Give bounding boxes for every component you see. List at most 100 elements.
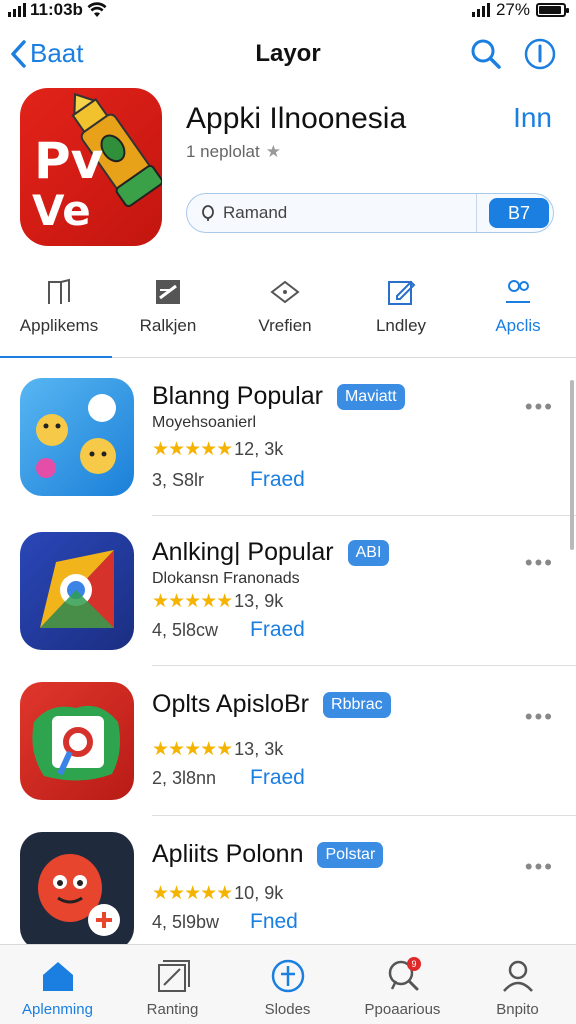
scrollbar[interactable] <box>570 380 574 550</box>
list-item-size: 4, 5l9bw <box>152 912 220 932</box>
list-item-size: 2, 3l8nn <box>152 768 217 788</box>
rating-count: 10, 9k <box>234 883 284 903</box>
cellular-signal-icon-right <box>471 3 490 17</box>
browser-art-icon <box>40 550 114 628</box>
list-item-title: Oplts ApisloBr <box>152 690 310 718</box>
profile-icon <box>502 960 533 992</box>
more-options-icon[interactable]: ••• <box>525 704 554 730</box>
cellular-signal-icon <box>8 3 26 17</box>
tab-bar: Aplenming Ranting Slodes 9 Ppoaarious Bn… <box>0 944 576 1024</box>
tab-slodes[interactable]: Slodes <box>230 957 345 1019</box>
app-icon-text-top: Pv <box>34 132 104 190</box>
tab-home[interactable]: Aplenming <box>0 957 115 1019</box>
tab-profile[interactable]: Bnpito <box>460 957 575 1019</box>
search-icon[interactable] <box>468 36 504 72</box>
list-item-title-row: Apliits Polonn Polstar <box>152 840 384 869</box>
list-item-price-button[interactable]: Fned <box>250 910 298 934</box>
list-item-size: 3, S8lr <box>152 470 205 490</box>
category-label: Applikems <box>19 316 99 335</box>
tab-label: Bnpito <box>496 1001 539 1018</box>
app-icon[interactable]: Pv Ve <box>20 88 162 246</box>
notification-badge: 9 <box>407 957 421 971</box>
category-tab-underline <box>0 356 112 358</box>
app-subtitle: 1 neplolat ★ <box>186 142 281 162</box>
list-item-rating: ★★★★★ 10, 9k <box>152 882 283 905</box>
list-item-title-row: Blanng Popular Maviatt <box>152 382 405 411</box>
list-item[interactable]: Anlking| Popular ABI Dlokansn Franonads … <box>0 516 576 666</box>
wifi-icon <box>87 2 107 17</box>
character-art-icon <box>38 854 120 936</box>
list-item[interactable]: Blanng Popular Maviatt Moyehsoanierl ★★★… <box>0 366 576 516</box>
list-item-developer: Moyehsoanierl <box>152 414 257 431</box>
category-tab-2[interactable]: Vrefien <box>230 276 340 336</box>
emoji-art-icon <box>36 394 116 478</box>
more-options-icon[interactable]: ••• <box>525 394 554 420</box>
tab-label: Aplenming <box>22 1001 93 1018</box>
tab-ranking[interactable]: Ranting <box>115 957 230 1019</box>
rating-stars: ★★★★★ <box>152 591 233 612</box>
search-divider <box>476 194 477 232</box>
rating-stars: ★★★★★ <box>152 439 233 460</box>
diamond-icon <box>270 280 300 304</box>
status-bar: 11:03b 27% <box>0 0 576 22</box>
nav-bar: Baat Layor <box>0 28 576 82</box>
list-item-title-row: Anlking| Popular ABI <box>152 538 390 567</box>
list-item-price-button[interactable]: Fraed <box>250 468 305 492</box>
app-icon-text-bottom: Ve <box>32 186 91 235</box>
list-item-price-button[interactable]: Fraed <box>250 618 305 642</box>
search-field-icon <box>202 205 214 221</box>
app-name: Appki Ilnoonesia <box>186 102 407 135</box>
category-tab-0[interactable]: Applikems <box>4 276 114 336</box>
more-options-icon[interactable]: ••• <box>525 550 554 576</box>
star-icon: ★ <box>265 142 281 161</box>
rating-count: 13, 9k <box>234 591 284 611</box>
category-label: Apclis <box>495 316 541 335</box>
list-item-badge: Maviatt <box>336 383 405 410</box>
search-field-value: Ramand <box>223 203 288 222</box>
home-icon <box>42 962 73 991</box>
category-label: Ralkjen <box>139 316 197 335</box>
list-item-badge: ABI <box>347 539 390 566</box>
compass-icon <box>271 959 304 993</box>
stack-icon <box>157 960 190 992</box>
tab-label: Ppoaarious <box>364 1001 441 1018</box>
more-options-icon[interactable]: ••• <box>525 854 554 880</box>
list-app-icon <box>20 532 134 650</box>
list-item-title: Blanng Popular <box>152 382 323 410</box>
rating-stars: ★★★★★ <box>152 883 233 904</box>
battery-percent: 27% <box>495 0 530 19</box>
list-app-icon <box>20 832 134 950</box>
tab-label: Ranting <box>146 1001 199 1018</box>
list-item-rating: ★★★★★ 12, 3k <box>152 438 283 461</box>
get-button[interactable]: Inn <box>513 102 552 134</box>
edit-icon <box>388 280 416 305</box>
category-tab-1[interactable]: Ralkjen <box>113 276 223 336</box>
list-item-rating: ★★★★★ 13, 3k <box>152 738 283 761</box>
category-tabs: Applikems Ralkjen Vrefien Lndley Apclis <box>0 276 576 358</box>
list-app-icon <box>20 682 134 800</box>
rating-stars: ★★★★★ <box>152 739 233 760</box>
list-item[interactable]: Apliits Polonn Polstar ★★★★★ 10, 9k 4, 5… <box>0 816 576 950</box>
list-item-title-row: Oplts ApisloBr Rbbrac <box>152 690 391 719</box>
tab-search[interactable]: 9 Ppoaarious <box>345 957 460 1019</box>
category-label: Vrefien <box>258 316 312 335</box>
tab-label: Slodes <box>264 1001 311 1018</box>
bookmark-icon <box>48 278 70 304</box>
search-chip-button[interactable]: B7 <box>489 198 549 228</box>
category-tab-4[interactable]: Apclis <box>463 276 573 336</box>
list-item-size: 4, 5l8cw <box>152 620 219 640</box>
search-field[interactable]: Ramand B7 <box>186 193 554 233</box>
rating-count: 13, 3k <box>234 739 284 759</box>
list-item-title: Anlking| Popular <box>152 538 334 566</box>
category-label: Lndley <box>375 316 427 335</box>
list-item[interactable]: Oplts ApisloBr Rbbrac ★★★★★ 13, 3k 2, 3l… <box>0 666 576 816</box>
info-icon[interactable] <box>522 36 558 72</box>
photo-art-icon <box>32 705 121 781</box>
list-item-price-button[interactable]: Fraed <box>250 766 305 790</box>
flag-icon <box>156 280 180 304</box>
list-item-badge: Polstar <box>317 841 384 868</box>
list-item-badge: Rbbrac <box>323 691 391 718</box>
battery-icon <box>536 3 569 17</box>
list-item-rating: ★★★★★ 13, 9k <box>152 590 283 613</box>
category-tab-3[interactable]: Lndley <box>346 276 456 336</box>
